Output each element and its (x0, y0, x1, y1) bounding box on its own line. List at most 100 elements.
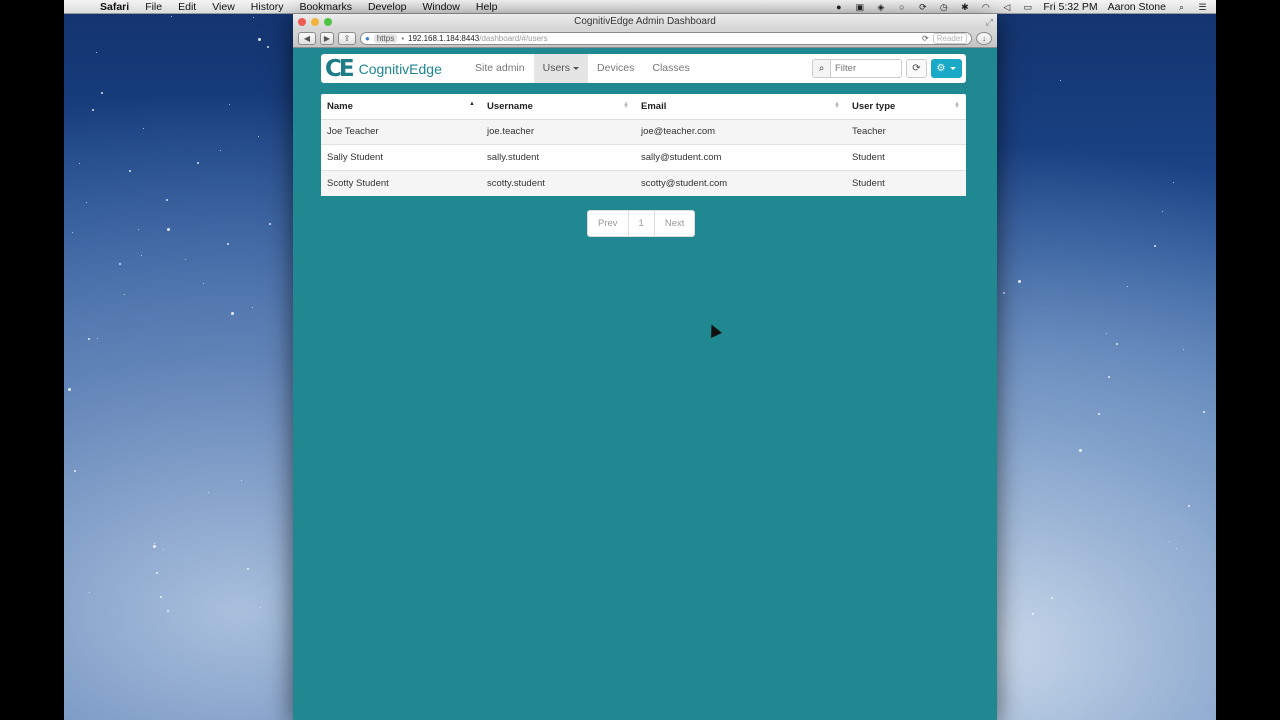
dropbox-icon[interactable]: ◈ (875, 2, 886, 12)
column-header-email[interactable]: Email ▲ ▼ (635, 94, 846, 120)
star (1168, 540, 1170, 542)
fullscreen-icon[interactable]: ⤢ (986, 14, 993, 30)
browser-toolbar: ◀ ▶ ⇪ ● https ▪ 192.168.1.184:8443/dashb… (293, 30, 997, 48)
bluetooth-icon[interactable]: ✱ (959, 2, 970, 12)
column-header-user-type[interactable]: User type ▲ ▼ (846, 94, 966, 120)
minimize-window-icon[interactable] (311, 18, 319, 26)
star (231, 312, 235, 316)
menu-bar: Safari File Edit View History Bookmarks … (64, 0, 1216, 14)
brand-logo[interactable]: CE CognitivEdge (321, 56, 466, 82)
zoom-window-icon[interactable] (324, 18, 332, 26)
star (73, 469, 76, 472)
close-window-icon[interactable] (298, 18, 306, 26)
messages-icon[interactable]: ○ (896, 2, 907, 12)
prev-page-button[interactable]: Prev (588, 211, 629, 236)
reload-icon[interactable]: ⟳ (922, 34, 929, 43)
star (1173, 181, 1175, 183)
star (1203, 411, 1206, 414)
time-machine-icon[interactable]: ◷ (938, 2, 949, 12)
menu-file[interactable]: File (145, 1, 162, 13)
sync-icon[interactable]: ⟳ (917, 2, 928, 12)
volume-icon[interactable]: ◁ (1001, 2, 1012, 12)
menu-window[interactable]: Window (423, 1, 460, 13)
cell-user-type: Teacher (846, 118, 966, 145)
star (160, 595, 163, 598)
forward-button[interactable]: ▶ (320, 32, 334, 45)
nav-users[interactable]: Users (533, 54, 589, 83)
settings-dropdown-button[interactable]: ⚙ (931, 59, 962, 78)
menu-develop[interactable]: Develop (368, 1, 407, 13)
reader-button[interactable]: Reader (932, 33, 967, 44)
cell-user-type: Student (846, 169, 966, 196)
menu-app-safari[interactable]: Safari (100, 1, 129, 13)
menu-extras: ● ▣ ◈ ○ ⟳ ◷ ✱ ◠ ◁ ▭ Fri 5:32 PM Aaron St… (833, 0, 1208, 14)
downloads-button[interactable]: ↓ (976, 32, 992, 45)
star (95, 52, 97, 54)
star (100, 92, 103, 95)
star (202, 282, 204, 284)
pagination: Prev 1 Next (587, 210, 696, 237)
filter-group: ⌕ (812, 59, 902, 78)
notification-center-icon[interactable]: ☰ (1197, 2, 1208, 12)
column-header-name[interactable]: Name ▲ (321, 94, 481, 120)
search-icon: ⌕ (812, 59, 831, 78)
menu-history[interactable]: History (251, 1, 284, 13)
menu-user[interactable]: Aaron Stone (1108, 1, 1166, 13)
address-bar[interactable]: ● https ▪ 192.168.1.184:8443/dashboard/#… (360, 32, 972, 45)
sort-icon: ▲ ▼ (623, 101, 629, 110)
star (88, 338, 91, 341)
share-button[interactable]: ⇪ (338, 32, 356, 45)
brand-mark: CE (325, 55, 355, 82)
nav-site-admin[interactable]: Site admin (466, 54, 534, 83)
star (142, 127, 144, 129)
screens-icon[interactable]: ▣ (854, 2, 865, 12)
menu-clock[interactable]: Fri 5:32 PM (1043, 1, 1097, 13)
menu-edit[interactable]: Edit (178, 1, 196, 13)
menu-help[interactable]: Help (476, 1, 498, 13)
star (92, 108, 95, 111)
cell-username: scotty.student (481, 169, 635, 196)
star (1187, 504, 1190, 507)
star (88, 591, 90, 593)
desktop: Safari File Edit View History Bookmarks … (64, 0, 1216, 720)
menu-view[interactable]: View (212, 1, 235, 13)
star (165, 199, 168, 202)
star (1162, 210, 1164, 212)
star (1127, 285, 1129, 287)
star (1003, 292, 1006, 295)
battery-icon[interactable]: ▭ (1022, 2, 1033, 12)
url-scheme: https (373, 34, 398, 43)
next-page-button[interactable]: Next (655, 211, 695, 236)
table-row[interactable]: Joe Teacher joe.teacher joe@teacher.com … (321, 118, 966, 145)
nav-devices[interactable]: Devices (588, 54, 643, 83)
menu-bookmarks[interactable]: Bookmarks (299, 1, 352, 13)
wifi-icon[interactable]: ◠ (980, 2, 991, 12)
cell-name: Joe Teacher (321, 118, 481, 145)
star (1115, 343, 1118, 346)
table-row[interactable]: Sally Student sally.student sally@studen… (321, 144, 966, 170)
cell-email: sally@student.com (635, 144, 846, 170)
back-button[interactable]: ◀ (298, 32, 316, 45)
star (140, 254, 142, 256)
users-table: Name ▲ Username ▲ ▼ Email ▲ ▼ User type ▲ ▼ Joe… (321, 94, 966, 196)
star (229, 104, 231, 106)
refresh-button[interactable]: ⟳ (906, 59, 927, 78)
cell-user-type: Student (846, 144, 966, 170)
sort-icon: ▲ ▼ (834, 101, 840, 110)
filter-input[interactable] (831, 59, 902, 78)
chevron-down-icon (950, 67, 957, 70)
page-content: CE CognitivEdge Site admin Users Devices… (293, 48, 997, 720)
table-row[interactable]: Scotty Student scotty.student scotty@stu… (321, 169, 966, 196)
column-header-username[interactable]: Username ▲ ▼ (481, 94, 635, 120)
nav-classes[interactable]: Classes (643, 54, 698, 83)
star (269, 222, 272, 225)
evernote-icon[interactable]: ● (833, 2, 844, 12)
spotlight-icon[interactable]: ⌕ (1176, 2, 1187, 12)
cell-email: scotty@student.com (635, 169, 846, 196)
url-host: 192.168.1.184:8443 (408, 34, 480, 43)
table-header-row: Name ▲ Username ▲ ▼ Email ▲ ▼ User type ▲ ▼ (321, 94, 966, 120)
star (1031, 612, 1034, 615)
star (79, 163, 81, 165)
gear-icon: ⚙ (936, 63, 946, 74)
page-1-button[interactable]: 1 (629, 211, 655, 236)
